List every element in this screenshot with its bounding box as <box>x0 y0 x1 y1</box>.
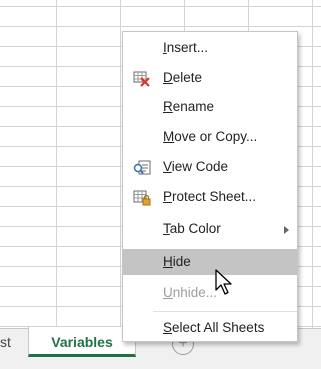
menu-item-label: Tab Color <box>163 221 221 236</box>
sheet-context-menu: Insert... Delete Rename Move or Copy... <box>122 31 298 342</box>
menu-item-label: Unhide... <box>163 285 218 300</box>
menu-item-insert[interactable]: Insert... <box>123 35 297 61</box>
view-code-icon <box>133 159 151 175</box>
sheet-tab-variables[interactable]: Variables <box>28 327 136 357</box>
menu-item-move-copy[interactable]: Move or Copy... <box>123 124 297 150</box>
menu-item-label: Select All Sheets <box>163 320 265 335</box>
sheet-tab-previous[interactable]: st <box>0 329 28 359</box>
menu-item-unhide[interactable]: Unhide... <box>123 280 297 306</box>
menu-item-hide[interactable]: Hide <box>123 249 297 275</box>
chevron-right-icon <box>284 226 289 234</box>
menu-item-label: Move or Copy... <box>163 129 258 144</box>
menu-item-tab-color[interactable]: Tab Color <box>123 216 297 242</box>
protect-sheet-icon <box>133 189 151 206</box>
menu-item-label: Hide <box>163 254 191 269</box>
menu-item-label: Delete <box>163 70 203 85</box>
menu-item-label: Protect Sheet... <box>163 189 257 204</box>
mouse-pointer-icon <box>215 269 232 295</box>
menu-item-rename[interactable]: Rename <box>123 94 297 120</box>
menu-item-label: Rename <box>163 99 215 114</box>
menu-item-view-code[interactable]: View Code <box>123 154 297 180</box>
menu-item-label: Insert... <box>163 40 209 55</box>
menu-item-delete[interactable]: Delete <box>123 65 297 91</box>
menu-item-label: View Code <box>163 159 229 174</box>
menu-item-protect-sheet[interactable]: Protect Sheet... <box>123 184 297 210</box>
menu-item-select-all-sheets[interactable]: Select All Sheets <box>123 315 297 341</box>
delete-sheet-icon <box>133 70 151 87</box>
menu-separator <box>153 311 297 312</box>
